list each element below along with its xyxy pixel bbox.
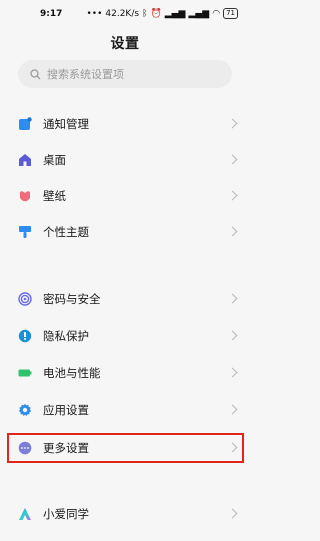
app-settings-icon	[18, 403, 32, 416]
search-input[interactable]: 搜索系统设置项	[18, 60, 232, 88]
settings-item-notifications[interactable]: 通知管理	[0, 106, 250, 142]
page-title: 设置	[110, 36, 140, 52]
chevron-right-icon	[227, 293, 238, 304]
wallpaper-icon	[20, 191, 30, 202]
wifi-icon: ◠	[212, 8, 221, 19]
status-bar: 9:17 ••• 42.2K/s ᛒ ⏰ ▂▄▆ ▂▄▆ ◠ 71	[0, 0, 250, 30]
settings-item-label: 桌面	[43, 153, 66, 167]
net-speed: 42.2K/s	[105, 8, 140, 19]
settings-item-label: 小爱同学	[43, 507, 89, 521]
settings-item-wallpaper[interactable]: 壁纸	[0, 178, 250, 214]
settings-item-label: 通知管理	[43, 117, 89, 131]
chevron-right-icon	[227, 330, 238, 341]
notification-icon	[19, 117, 32, 130]
chevron-right-icon	[227, 190, 238, 201]
settings-item-theme[interactable]: 个性主题	[0, 214, 250, 250]
settings-item-label: 隐私保护	[43, 329, 89, 343]
chevron-right-icon	[227, 226, 238, 237]
settings-item-battery[interactable]: 电池与性能	[0, 355, 250, 391]
battery-level: 71	[223, 8, 238, 19]
settings-item-xiaoai[interactable]: 小爱同学	[0, 496, 250, 532]
chevron-right-icon	[227, 118, 238, 129]
status-time: 9:17	[40, 9, 63, 19]
status-icons: ••• 42.2K/s ᛒ ⏰ ▂▄▆ ▂▄▆ ◠ 71	[86, 8, 238, 19]
highlight-box	[7, 433, 244, 463]
settings-item-app-settings[interactable]: 应用设置	[0, 392, 250, 428]
password-security-icon	[18, 292, 32, 306]
settings-item-label: 个性主题	[43, 225, 89, 239]
status-dots-icon: •••	[86, 8, 103, 19]
chevron-right-icon	[227, 508, 238, 519]
chevron-right-icon	[227, 404, 238, 415]
chevron-right-icon	[227, 154, 238, 165]
battery-icon	[18, 369, 32, 377]
settings-item-privacy[interactable]: 隐私保护	[0, 318, 250, 354]
alarm-icon: ⏰	[150, 8, 162, 19]
settings-item-label: 壁纸	[43, 189, 66, 203]
signal-icon: ▂▄▆	[164, 8, 186, 19]
chevron-right-icon	[227, 367, 238, 378]
settings-item-password-security[interactable]: 密码与安全	[0, 281, 250, 317]
home-icon	[19, 154, 31, 166]
settings-item-label: 密码与安全	[43, 292, 101, 306]
privacy-icon	[18, 329, 32, 343]
theme-icon	[19, 226, 31, 238]
bluetooth-icon: ᛒ	[142, 8, 148, 19]
settings-item-label: 应用设置	[43, 403, 89, 417]
search-placeholder: 搜索系统设置项	[47, 68, 124, 81]
search-icon	[30, 68, 41, 79]
xiaoai-icon	[19, 508, 31, 520]
signal-2-icon: ▂▄▆	[188, 8, 210, 19]
settings-item-desktop[interactable]: 桌面	[0, 142, 250, 178]
settings-item-label: 电池与性能	[43, 366, 101, 380]
